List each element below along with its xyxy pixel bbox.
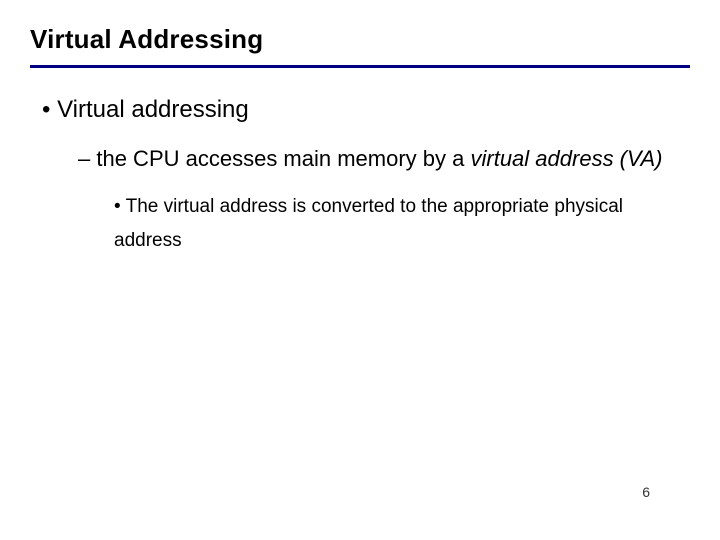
bullet-list-level-1: Virtual addressing the CPU accesses main… <box>30 96 690 258</box>
bullet-list-level-3: The virtual address is converted to the … <box>78 190 690 258</box>
page-number: 6 <box>642 484 650 500</box>
bullet-l1: Virtual addressing the CPU accesses main… <box>42 96 690 258</box>
title-rule <box>30 65 690 68</box>
slide-title: Virtual Addressing <box>30 24 690 55</box>
bullet-list-level-2: the CPU accesses main memory by a virtua… <box>42 138 690 258</box>
bullet-l2-prefix: the CPU accesses main memory by a <box>96 146 470 171</box>
bullet-l3: The virtual address is converted to the … <box>114 190 690 258</box>
bullet-l1-text: Virtual addressing <box>57 96 249 123</box>
bullet-l3-text: The virtual address is converted to the … <box>114 196 623 251</box>
bullet-l2: the CPU accesses main memory by a virtua… <box>78 138 690 258</box>
bullet-l2-italic: virtual address (VA) <box>471 146 663 171</box>
slide: Virtual Addressing Virtual addressing th… <box>0 0 720 540</box>
